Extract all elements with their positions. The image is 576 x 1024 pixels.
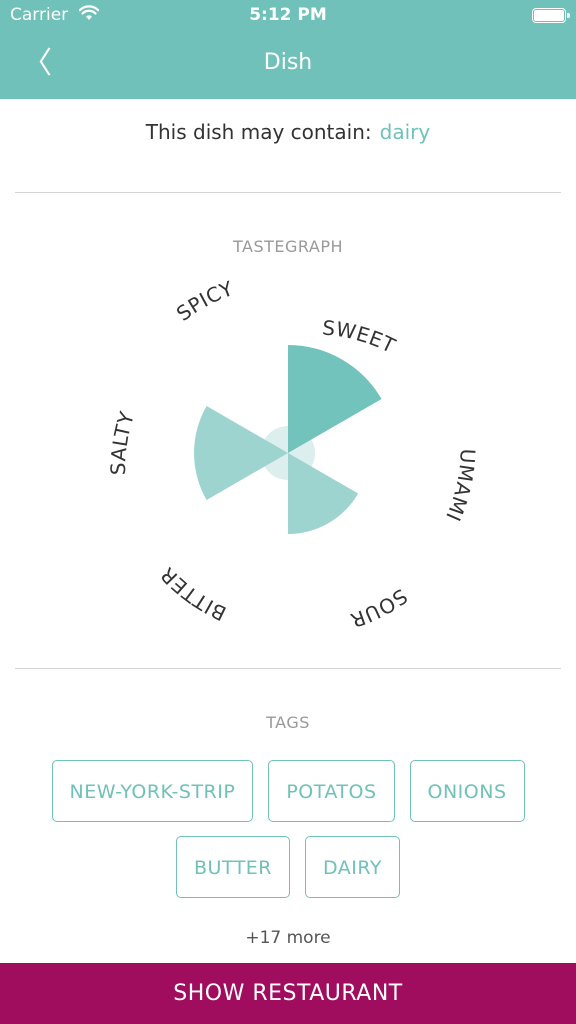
page-title: Dish [263,50,313,75]
tag-row: BUTTER DAIRY [0,836,576,898]
tag-butter[interactable]: BUTTER [175,836,291,898]
allergen-prefix: This dish may contain: [145,120,372,144]
tastegraph-label-sweet: SWEET [321,315,399,358]
show-restaurant-button[interactable]: SHOW RESTAURANT [0,963,576,1024]
tastegraph-title: TASTEGRAPH [232,237,343,256]
tastegraph-label-umami: UMAMI [441,448,480,525]
tastegraph-label-bitter: BITTER [155,562,230,625]
header: Carrier 5:12 PM 〈 Dish [0,0,576,99]
chevron-left-icon: 〈 [22,46,52,81]
tastegraph-label-salty: SALTY [106,408,139,475]
more-tags-link[interactable]: +17 more [0,928,576,948]
tags-title: TAGS [266,713,310,732]
tag-potatos[interactable]: POTATOS [268,760,395,822]
back-button[interactable]: 〈 [22,44,62,84]
tag-dairy[interactable]: DAIRY [305,836,401,898]
tastegraph-label-sour: SOUR [347,584,412,633]
tastegraph-chart: SWEET UMAMI SOUR BITTER SALTY SPICY [0,270,576,650]
allergen-notice: This dish may contain: dairy [0,120,576,144]
tastegraph-sector-salty [194,406,288,500]
allergen-link-dairy[interactable]: dairy [380,120,431,144]
status-time: 5:12 PM [249,5,327,25]
divider [15,668,561,669]
divider [15,192,561,193]
tastegraph-svg: SWEET UMAMI SOUR BITTER SALTY SPICY [106,276,480,633]
battery-icon [532,8,570,23]
status-bar: Carrier 5:12 PM [0,0,576,32]
tag-list: NEW-YORK-STRIP POTATOS ONIONS BUTTER DAI… [0,760,576,912]
tastegraph-sector-sweet [288,345,382,453]
tag-new-york-strip[interactable]: NEW-YORK-STRIP [51,760,254,822]
tag-row: NEW-YORK-STRIP POTATOS ONIONS [0,760,576,822]
tag-onions[interactable]: ONIONS [409,760,525,822]
tastegraph-sector-sour [288,453,359,534]
tastegraph-label-spicy: SPICY [172,276,237,326]
nav-bar: 〈 Dish [0,32,576,99]
